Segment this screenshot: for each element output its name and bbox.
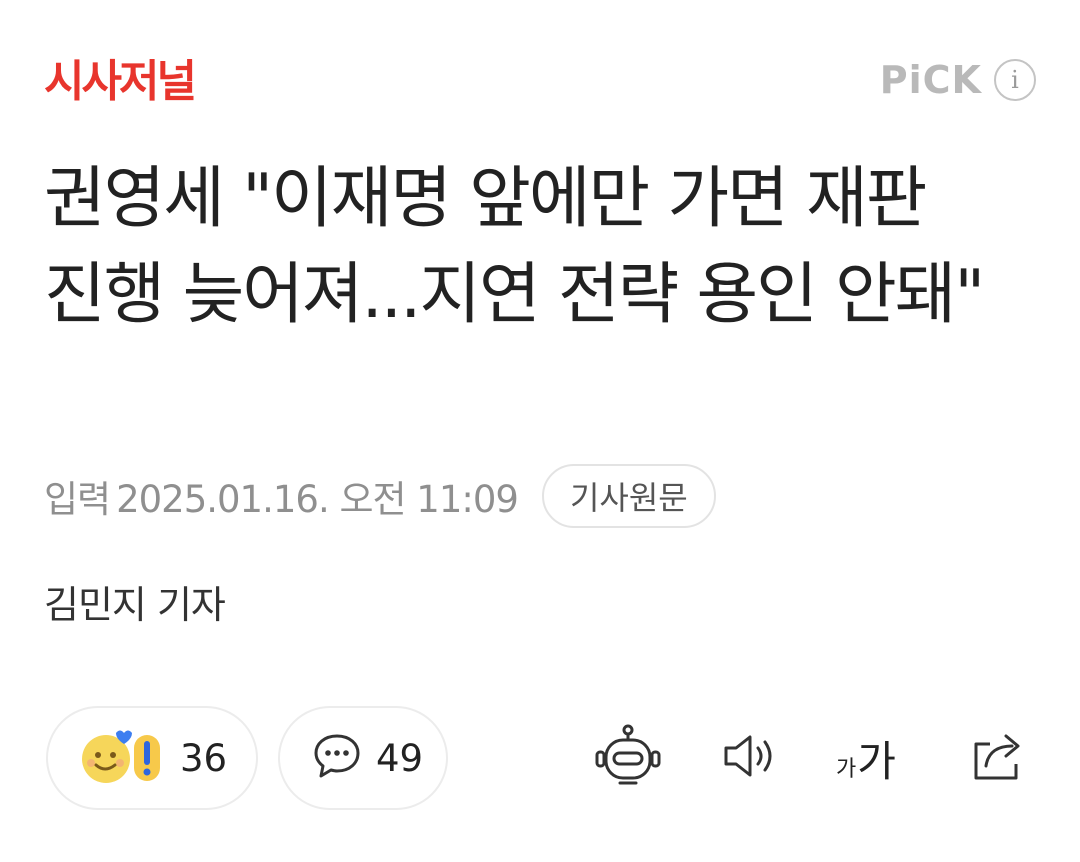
font-small-glyph: 가 [836,756,857,782]
article-page: { "header": { "press_logo": "시사저널", "pic… [0,0,1080,862]
original-article-button[interactable]: 기사원문 [541,464,716,528]
font-size-icon: 가가 [836,728,896,789]
reactions-count: 36 [180,736,228,780]
comment-button[interactable]: 49 [278,706,448,810]
article-headline: 권영세 "이재명 앞에만 가면 재판 진행 늦어져...지연 전략 용인 안돼" [44,159,985,333]
summary-bot-button[interactable] [592,720,664,796]
share-button[interactable] [962,720,1034,796]
publish-datetime: 2025.01.16. 오전 11:09 [116,478,519,521]
article-meta: 입력 2025.01.16. 오전 11:09 기사원문 [44,464,716,528]
press-logo[interactable]: 시사저널 [44,56,197,108]
input-label: 입력 [44,478,111,521]
font-large-glyph: 가 [857,736,896,786]
speaker-icon [720,731,780,785]
comments-count: 49 [376,736,424,780]
font-size-button[interactable]: 가가 [830,720,902,796]
summary-bot-icon [594,723,662,793]
info-icon[interactable]: i [994,59,1036,101]
reaction-emoji-icon [78,727,166,789]
pick-badge: PiCK i [880,58,1036,102]
byline[interactable]: 김민지 기자 [44,574,226,629]
comment-icon [312,732,362,784]
reaction-button[interactable]: 36 [46,706,258,810]
share-icon [968,728,1028,788]
pick-label: PiCK [879,58,982,102]
text-to-speech-button[interactable] [714,720,786,796]
